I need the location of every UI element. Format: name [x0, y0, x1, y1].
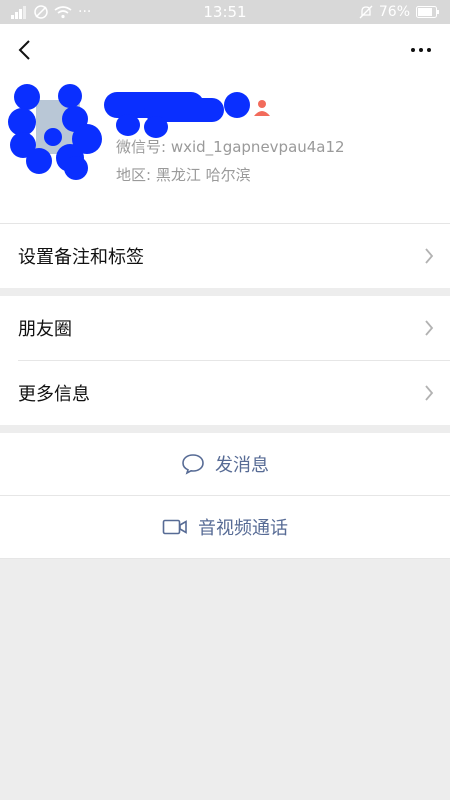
- redaction-mark: [44, 128, 62, 146]
- avatar[interactable]: [8, 84, 102, 180]
- region: 地区: 黑龙江 哈尔滨: [116, 166, 251, 184]
- video-call-button[interactable]: 音视频通话: [0, 496, 450, 558]
- battery-percent: 76%: [378, 4, 410, 20]
- nickname-redacted: [104, 92, 250, 138]
- video-camera-icon: [162, 519, 187, 535]
- chevron-right-icon: [425, 248, 434, 264]
- status-more-dots: ···: [78, 4, 92, 20]
- wifi-icon: [54, 6, 72, 19]
- send-message-button[interactable]: 发消息: [0, 433, 450, 495]
- more-dot-icon: [419, 48, 423, 52]
- redaction-mark: [116, 114, 140, 136]
- wechat-id: 微信号: wxid_1gapnevpau4a12: [116, 138, 345, 156]
- back-button[interactable]: [10, 36, 38, 64]
- redaction-mark: [58, 84, 82, 108]
- chevron-right-icon: [425, 385, 434, 401]
- more-info-label: 更多信息: [18, 384, 90, 405]
- remarks-tags-row[interactable]: 设置备注和标签: [0, 224, 450, 288]
- mute-bell-icon: [359, 5, 373, 19]
- more-options-button[interactable]: [406, 38, 436, 62]
- gender-icon: [254, 100, 270, 116]
- battery-icon: [416, 6, 439, 18]
- send-message-label: 发消息: [215, 455, 269, 476]
- more-info-row[interactable]: 更多信息: [0, 361, 450, 425]
- redaction-mark: [14, 84, 40, 110]
- redaction-mark: [144, 116, 168, 138]
- status-bar: ··· 76% 13:51: [0, 0, 450, 24]
- video-call-label: 音视频通话: [198, 518, 288, 539]
- redaction-mark: [26, 148, 52, 174]
- section-gap: [0, 425, 450, 433]
- signal-icon: [11, 6, 26, 19]
- status-left: ···: [10, 4, 91, 20]
- top-bar: [0, 24, 450, 80]
- chat-bubble-icon: [182, 454, 204, 475]
- back-arrow-icon: [18, 40, 30, 60]
- section-gap: [0, 288, 450, 296]
- more-dot-icon: [427, 48, 431, 52]
- chevron-right-icon: [425, 320, 434, 336]
- status-right: 76%: [359, 4, 440, 20]
- moments-row[interactable]: 朋友圈: [0, 296, 450, 360]
- redaction-mark: [64, 156, 88, 180]
- more-dot-icon: [411, 48, 415, 52]
- moments-label: 朋友圈: [18, 319, 72, 340]
- profile-card: 微信号: wxid_1gapnevpau4a12 地区: 黑龙江 哈尔滨: [0, 80, 450, 224]
- redaction-mark: [224, 92, 250, 118]
- remarks-tags-label: 设置备注和标签: [18, 247, 144, 268]
- no-sim-icon: [34, 5, 48, 19]
- divider: [0, 558, 450, 559]
